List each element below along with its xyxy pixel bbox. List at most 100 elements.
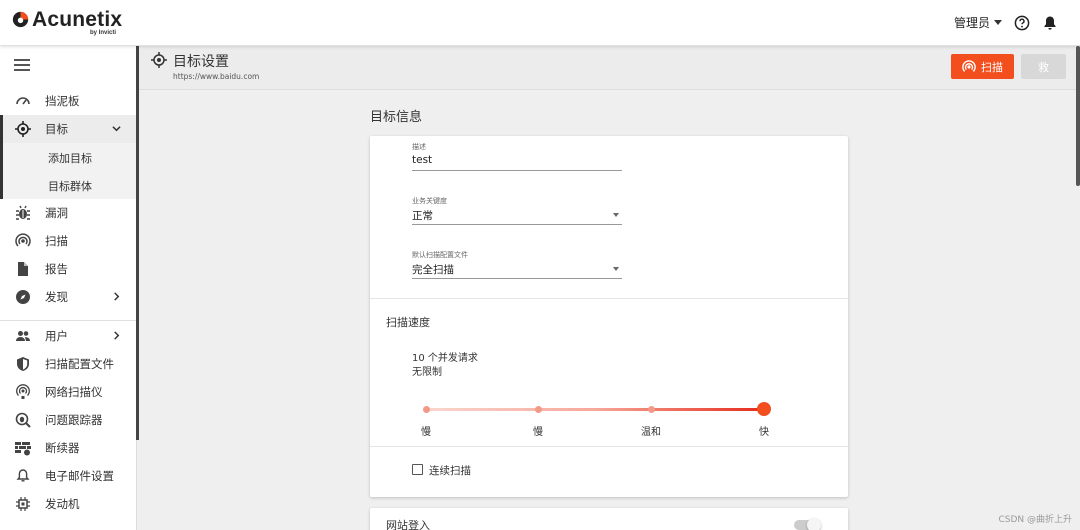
scan-button-label: 扫描 <box>981 60 1003 74</box>
description-value: test <box>412 154 433 166</box>
scan-button[interactable]: 扫描 <box>951 54 1014 79</box>
sidebar-item-vulnerabilities[interactable]: 漏洞 <box>0 199 137 227</box>
page-scrollbar[interactable] <box>1076 46 1080 186</box>
help-icon[interactable] <box>1014 15 1030 31</box>
sidebar-item-engines[interactable]: 发动机 <box>0 490 137 518</box>
radar-icon <box>15 233 31 247</box>
site-login-toggle[interactable] <box>794 518 821 530</box>
sidebar-item-issue-tracker[interactable]: 问题跟踪器 <box>0 406 137 434</box>
target-info-card: 描述 test 业务关键度 正常 默认扫描配置文件 完全扫描 扫描速度 10 个… <box>370 136 848 497</box>
sidebar-item-users[interactable]: 用户 <box>0 322 137 350</box>
sidebar-subitem-label: 添加目标 <box>48 152 92 165</box>
dropdown-arrow-icon <box>613 213 619 217</box>
sidebar-subitem-add-target[interactable]: 添加目标 <box>0 143 137 171</box>
firewall-icon <box>15 442 31 456</box>
target-url: https://www.baidu.com <box>173 72 260 81</box>
compass-icon <box>16 290 30 304</box>
continuous-scan-label: 连续扫描 <box>429 465 471 477</box>
scan-profile-select[interactable]: 默认扫描配置文件 完全扫描 <box>412 250 622 279</box>
radar-icon <box>962 59 976 72</box>
document-icon <box>18 262 28 276</box>
sidebar-item-label: 扫描配置文件 <box>45 357 114 371</box>
sidebar-subitem-label: 目标群体 <box>48 180 92 193</box>
page-header: 目标设置 https://www.baidu.com 扫描 救 <box>139 46 1080 90</box>
continuous-scan-checkbox[interactable] <box>412 464 423 475</box>
sidebar-item-targets[interactable]: 目标 <box>0 115 137 143</box>
profile-label: 默认扫描配置文件 <box>412 251 468 259</box>
sidebar-item-label: 用户 <box>45 329 68 343</box>
shield-icon <box>17 357 29 371</box>
target-icon <box>15 121 31 137</box>
sidebar-item-label: 漏洞 <box>45 206 68 220</box>
acunetix-logo[interactable]: Acunetix by Invicti <box>12 8 142 38</box>
caret-down-icon <box>994 20 1002 25</box>
sidebar-item-label: 网络扫描仪 <box>45 385 103 399</box>
site-login-card: 网站登入 <box>370 508 848 530</box>
sidebar-item-reports[interactable]: 报告 <box>0 255 137 283</box>
scan-speed-slider-handle[interactable] <box>757 402 771 416</box>
sidebar-item-label: 目标 <box>45 122 68 136</box>
sidebar-item-firewall[interactable]: 断续器 <box>0 434 137 462</box>
bug-icon <box>16 205 30 220</box>
sidebar-item-label: 报告 <box>45 262 68 276</box>
slider-stop[interactable] <box>423 406 430 413</box>
sidebar-item-label: 电子邮件设置 <box>45 469 114 483</box>
sidebar-item-dashboard[interactable]: 挡泥板 <box>0 87 137 115</box>
sidebar-item-label: 扫描 <box>45 234 68 248</box>
sidebar-item-scan-profiles[interactable]: 扫描配置文件 <box>0 350 137 378</box>
sidebar-item-network-scanner[interactable]: 网络扫描仪 <box>0 378 137 406</box>
slider-label-slow: 慢 <box>533 427 543 438</box>
top-bar: Acunetix by Invicti 管理员 <box>0 0 1080 46</box>
page-title: 目标设置 <box>173 54 229 70</box>
chevron-right-icon <box>114 292 120 301</box>
sidebar-item-label: 问题跟踪器 <box>45 413 103 427</box>
sidebar-item-discovery[interactable]: 发现 <box>0 283 137 311</box>
site-login-title: 网站登入 <box>386 519 430 530</box>
profile-value: 完全扫描 <box>412 264 454 276</box>
network-scanner-icon <box>16 384 30 399</box>
slider-stop[interactable] <box>535 406 542 413</box>
save-button[interactable]: 救 <box>1021 54 1066 79</box>
sidebar-item-email-settings[interactable]: 电子邮件设置 <box>0 462 137 490</box>
slider-label-slowest: 慢 <box>421 427 431 438</box>
user-menu-label: 管理员 <box>953 16 990 30</box>
sidebar-subitem-target-groups[interactable]: 目标群体 <box>0 171 137 199</box>
sidebar-scrollbar[interactable] <box>136 46 139 440</box>
speedometer-icon <box>16 97 30 105</box>
criticality-label: 业务关键度 <box>412 197 447 205</box>
section-title: 目标信息 <box>370 110 423 125</box>
slider-label-fast: 快 <box>759 427 769 438</box>
acunetix-logo-mark <box>12 11 29 28</box>
sidebar: 挡泥板 目标 添加目标 目标群体 漏洞 扫描 报告 发现 用户 扫描配置文件 网 <box>0 46 137 530</box>
criticality-value: 正常 <box>412 210 433 222</box>
save-button-label: 救 <box>1038 60 1049 74</box>
business-criticality-select[interactable]: 业务关键度 正常 <box>412 196 622 225</box>
sidebar-divider <box>0 320 137 321</box>
chevron-right-icon <box>114 331 120 340</box>
logo-text: Acunetix <box>32 8 123 31</box>
users-icon <box>16 331 30 341</box>
card-divider <box>370 446 848 447</box>
description-label: 描述 <box>412 143 426 151</box>
description-field[interactable]: 描述 test <box>412 142 622 171</box>
scan-speed-title: 扫描速度 <box>386 316 430 329</box>
scan-speed-description: 10 个并发请求 <box>412 353 478 364</box>
user-menu[interactable]: 管理员 <box>954 14 1002 31</box>
slider-label-moderate: 温和 <box>641 427 661 438</box>
bell-icon[interactable] <box>1042 15 1058 31</box>
bug-search-icon <box>15 412 31 428</box>
slider-stop[interactable] <box>648 406 655 413</box>
hamburger-menu-icon[interactable] <box>14 59 30 71</box>
sidebar-item-scans[interactable]: 扫描 <box>0 227 137 255</box>
chevron-down-icon <box>112 126 121 132</box>
target-icon <box>151 52 167 68</box>
logo-subtext: by Invicti <box>90 30 117 36</box>
scan-speed-slider-track[interactable] <box>426 408 764 411</box>
bell-outline-icon <box>16 469 30 482</box>
sidebar-item-label: 发动机 <box>45 497 80 511</box>
sidebar-item-label: 断续器 <box>45 441 80 455</box>
dropdown-arrow-icon <box>613 267 619 271</box>
watermark: CSDN @曲折上升 <box>998 515 1072 525</box>
sidebar-item-label: 发现 <box>45 290 68 304</box>
chip-icon <box>16 497 30 511</box>
